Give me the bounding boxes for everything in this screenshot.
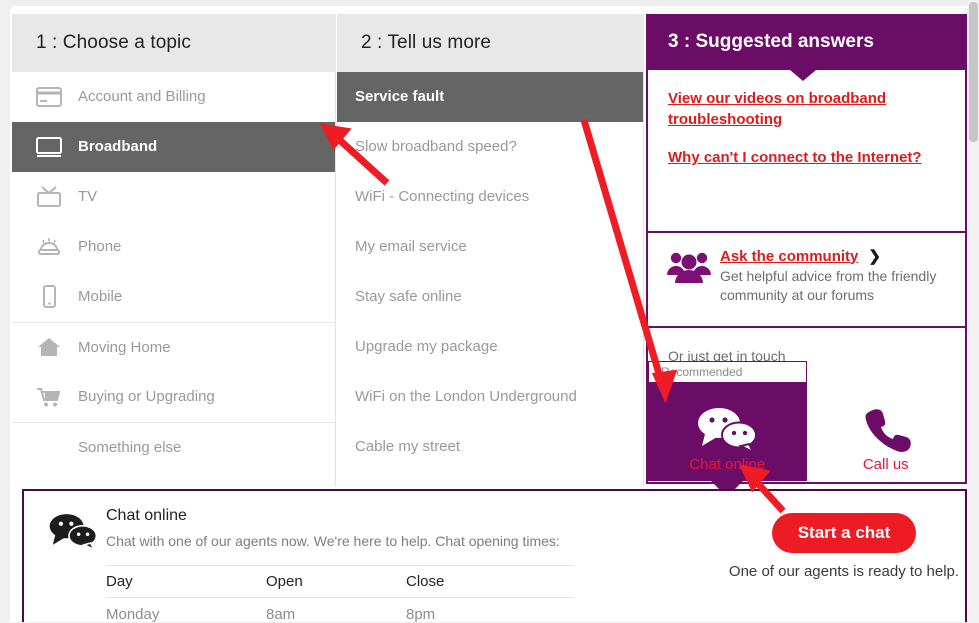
detail-item-service-fault[interactable]: Service fault bbox=[337, 72, 643, 122]
get-in-touch-label: Or just get in touch bbox=[648, 328, 965, 364]
contact-tile-label: Call us bbox=[863, 456, 909, 473]
chat-bubbles-icon bbox=[691, 404, 763, 452]
sidebar-item-label: Mobile bbox=[78, 288, 122, 305]
scrollbar-thumb[interactable] bbox=[969, 2, 978, 142]
start-a-chat-button[interactable]: Start a chat bbox=[772, 513, 917, 553]
chevron-right-icon: ❯ bbox=[868, 247, 881, 265]
detail-item-stay-safe-online[interactable]: Stay safe online bbox=[337, 272, 643, 322]
suggested-answer-links: View our videos on broadband troubleshoo… bbox=[646, 70, 967, 233]
detail-item-wifi-connecting-devices[interactable]: WiFi - Connecting devices bbox=[337, 172, 643, 222]
ask-the-community-panel[interactable]: Ask the community ❯ Get helpful advice f… bbox=[646, 233, 967, 328]
vertical-scrollbar[interactable] bbox=[968, 0, 979, 622]
detail-item-wifi-london-underground[interactable]: WiFi on the London Underground bbox=[337, 372, 643, 422]
community-people-icon bbox=[666, 247, 720, 326]
sidebar-item-buying-or-upgrading[interactable]: Buying or Upgrading bbox=[12, 372, 335, 422]
contact-tiles: Recommended bbox=[648, 383, 965, 481]
table-header-day: Day bbox=[106, 566, 266, 598]
tv-icon bbox=[36, 186, 78, 208]
table-cell-close: 8pm bbox=[406, 598, 574, 623]
detail-item-label: My email service bbox=[355, 238, 467, 255]
sidebar-item-something-else[interactable]: Something else bbox=[12, 422, 335, 472]
chat-online-panel: Chat online Chat with one of our agents … bbox=[22, 489, 967, 622]
column-heading-topic: 1 : Choose a topic bbox=[12, 14, 336, 72]
column-heading-details: 2 : Tell us more bbox=[337, 14, 644, 72]
detail-item-label: Cable my street bbox=[355, 438, 460, 455]
detail-item-label: Upgrade my package bbox=[355, 338, 498, 355]
chat-bubbles-icon bbox=[44, 507, 106, 623]
header-caret-icon bbox=[790, 70, 816, 81]
table-header-close: Close bbox=[406, 566, 574, 598]
opening-times-table: Day Open Close Monday 8am 8pm bbox=[106, 565, 574, 623]
contact-tile-label: Chat online bbox=[689, 456, 765, 473]
sidebar-item-tv[interactable]: TV bbox=[12, 172, 335, 222]
start-chat-subtext: One of our agents is ready to help. bbox=[724, 561, 964, 582]
shopping-cart-icon bbox=[36, 386, 78, 408]
column-heading-answers: 3 : Suggested answers bbox=[646, 14, 967, 70]
answer-link-videos[interactable]: View our videos on broadband troubleshoo… bbox=[668, 88, 945, 130]
table-header-row: Day Open Close bbox=[106, 566, 574, 598]
sidebar-item-phone[interactable]: Phone bbox=[12, 222, 335, 272]
community-heading: Ask the community ❯ bbox=[720, 247, 949, 265]
page-root: 1 : Choose a topic Account and Billing B… bbox=[0, 0, 979, 622]
recommended-badge: Recommended bbox=[648, 361, 807, 383]
detail-item-cable-my-street[interactable]: Cable my street bbox=[337, 422, 643, 472]
sidebar-item-label: Account and Billing bbox=[78, 88, 206, 105]
get-in-touch-panel: Or just get in touch Recommended bbox=[646, 328, 967, 484]
detail-item-label: WiFi - Connecting devices bbox=[355, 188, 529, 205]
landline-phone-icon bbox=[36, 236, 78, 258]
column-suggested-answers: 3 : Suggested answers View our videos on… bbox=[646, 14, 967, 486]
monitor-icon bbox=[36, 137, 78, 157]
sidebar-item-label: Phone bbox=[78, 238, 121, 255]
sidebar-item-label: TV bbox=[78, 188, 97, 205]
detail-item-label: WiFi on the London Underground bbox=[355, 388, 577, 405]
detail-item-label: Slow broadband speed? bbox=[355, 138, 517, 155]
details-list: Service fault Slow broadband speed? WiFi… bbox=[337, 72, 644, 486]
sidebar-item-account-and-billing[interactable]: Account and Billing bbox=[12, 72, 335, 122]
detail-item-label: Stay safe online bbox=[355, 288, 462, 305]
ask-the-community-link[interactable]: Ask the community bbox=[720, 248, 858, 265]
table-row: Monday 8am 8pm bbox=[106, 598, 574, 623]
topic-selector: 1 : Choose a topic Account and Billing B… bbox=[12, 14, 967, 486]
community-text: Ask the community ❯ Get helpful advice f… bbox=[720, 247, 949, 326]
start-chat-area: Start a chat One of our agents is ready … bbox=[724, 513, 964, 582]
table-cell-open: 8am bbox=[266, 598, 406, 623]
column-tell-us-more: 2 : Tell us more Service fault Slow broa… bbox=[337, 14, 644, 486]
sidebar-item-label: Broadband bbox=[78, 138, 157, 155]
mobile-icon bbox=[36, 285, 78, 309]
contact-tile-chat-online[interactable]: Recommended bbox=[648, 383, 807, 481]
detail-item-label: Service fault bbox=[355, 88, 444, 105]
answer-link-cannot-connect[interactable]: Why can't I connect to the Internet? bbox=[668, 147, 945, 168]
contact-tile-call-us[interactable]: Call us bbox=[807, 383, 966, 481]
topic-list: Account and Billing Broadband TV bbox=[12, 72, 336, 486]
table-cell-day: Monday bbox=[106, 598, 266, 623]
detail-item-upgrade-my-package[interactable]: Upgrade my package bbox=[337, 322, 643, 372]
sidebar-item-label: Moving Home bbox=[78, 339, 171, 356]
column-choose-topic: 1 : Choose a topic Account and Billing B… bbox=[12, 14, 336, 486]
sidebar-item-broadband[interactable]: Broadband bbox=[12, 122, 335, 172]
credit-card-icon bbox=[36, 87, 78, 107]
sidebar-item-mobile[interactable]: Mobile bbox=[12, 272, 335, 322]
column-heading-answers-label: 3 : Suggested answers bbox=[668, 31, 874, 53]
community-description: Get helpful advice from the friendly com… bbox=[720, 267, 949, 305]
table-header-open: Open bbox=[266, 566, 406, 598]
sidebar-item-moving-home[interactable]: Moving Home bbox=[12, 322, 335, 372]
sidebar-item-label: Something else bbox=[78, 439, 181, 456]
detail-item-slow-broadband-speed[interactable]: Slow broadband speed? bbox=[337, 122, 643, 172]
detail-item-my-email-service[interactable]: My email service bbox=[337, 222, 643, 272]
phone-handset-icon bbox=[860, 404, 912, 452]
house-icon bbox=[36, 336, 78, 358]
sidebar-item-label: Buying or Upgrading bbox=[78, 388, 215, 405]
